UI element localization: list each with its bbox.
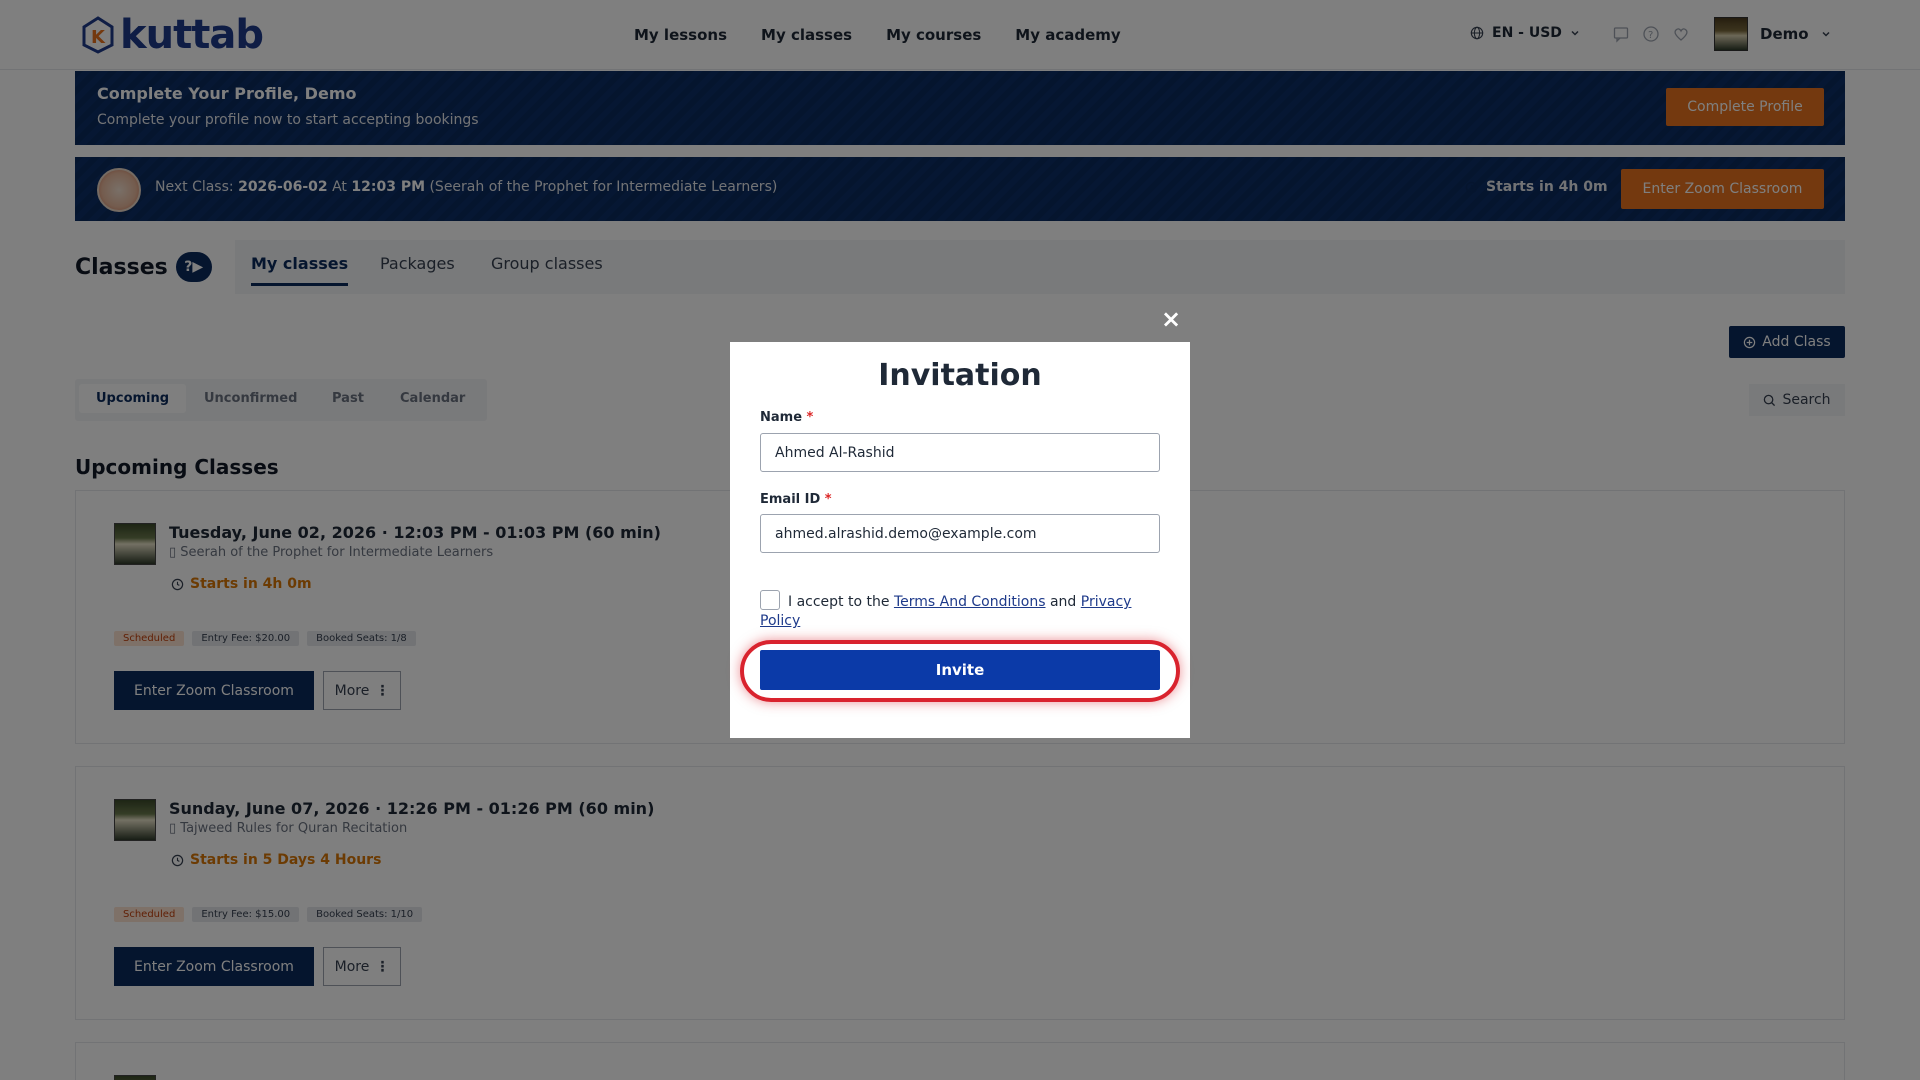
required-marker: * xyxy=(806,410,814,425)
email-label-text: Email ID xyxy=(760,492,821,507)
invite-button[interactable]: Invite xyxy=(760,650,1160,690)
email-label: Email ID * xyxy=(760,492,832,507)
terms-acceptance: I accept to the Terms And Conditions and… xyxy=(760,590,1160,631)
terms-and: and xyxy=(1049,594,1077,610)
terms-checkbox[interactable] xyxy=(760,590,780,610)
close-icon[interactable]: × xyxy=(1160,307,1182,331)
name-label: Name * xyxy=(760,410,813,425)
name-label-text: Name xyxy=(760,410,803,425)
email-input[interactable]: ahmed.alrashid.demo@example.com xyxy=(760,514,1160,553)
required-marker: * xyxy=(824,492,832,507)
terms-link[interactable]: Terms And Conditions xyxy=(894,594,1046,610)
invitation-modal: Invitation Name * Ahmed Al-Rashid Email … xyxy=(730,342,1190,738)
terms-prefix: I accept to the xyxy=(788,594,890,610)
name-input[interactable]: Ahmed Al-Rashid xyxy=(760,433,1160,472)
modal-title: Invitation xyxy=(878,358,1042,393)
